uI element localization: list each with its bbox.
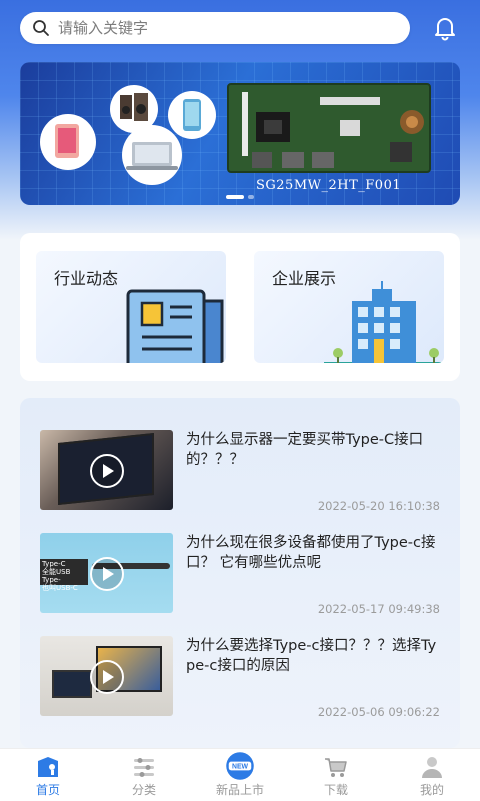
tab-home[interactable]: 首页 bbox=[0, 749, 96, 801]
phone-bubble bbox=[168, 91, 216, 139]
category-card-industry-news[interactable]: 行业动态 bbox=[36, 251, 226, 363]
news-title[interactable]: 为什么要选择Type-c接口？？？选择Type-c接口的原因 bbox=[186, 636, 440, 676]
video-thumbnail[interactable]: Type-C 全能USB Type- 也叫USB-C bbox=[40, 533, 173, 613]
video-thumbnail[interactable] bbox=[40, 636, 173, 716]
bell-icon[interactable] bbox=[432, 15, 458, 41]
building-icon bbox=[324, 281, 444, 363]
search-icon bbox=[33, 20, 49, 36]
home-icon bbox=[38, 757, 58, 777]
search-input[interactable] bbox=[56, 18, 380, 38]
news-list: 为什么显示器一定要买带Type-C接口的？？？ 2022-05-20 16:10… bbox=[20, 398, 460, 748]
news-item[interactable]: 为什么要选择Type-c接口？？？选择Type-c接口的原因 2022-05-0… bbox=[38, 636, 440, 734]
news-item[interactable]: Type-C 全能USB Type- 也叫USB-C 为什么现在很多设备都使用了… bbox=[38, 533, 440, 631]
laptop-shape bbox=[52, 670, 92, 698]
laptop-bubble bbox=[122, 125, 182, 185]
news-date: 2022-05-06 09:06:22 bbox=[317, 705, 440, 719]
new-badge-text: NEW bbox=[232, 764, 249, 771]
newspaper-icon bbox=[126, 289, 224, 363]
play-icon[interactable] bbox=[90, 557, 124, 591]
promo-banner[interactable]: SG25MW_2HT_F001 bbox=[20, 62, 460, 205]
banner-caption: SG25MW_2HT_F001 bbox=[256, 178, 402, 193]
category-card-company-showcase[interactable]: 企业展示 bbox=[254, 251, 444, 363]
category-label: 行业动态 bbox=[54, 269, 119, 288]
user-icon bbox=[422, 757, 442, 778]
tab-label: 下载 bbox=[323, 783, 348, 797]
news-title[interactable]: 为什么现在很多设备都使用了Type-c接口？ 它有哪些优点呢 bbox=[186, 533, 440, 573]
search-bar[interactable] bbox=[20, 12, 410, 44]
tab-label: 我的 bbox=[419, 783, 444, 797]
news-date: 2022-05-20 16:10:38 bbox=[317, 499, 440, 513]
thumb-caption: Type-C 全能USB Type- 也叫USB-C bbox=[40, 559, 88, 592]
news-date: 2022-05-17 09:49:38 bbox=[317, 602, 440, 616]
tab-download[interactable]: 下载 bbox=[288, 749, 384, 801]
video-thumbnail[interactable] bbox=[40, 430, 173, 510]
news-title[interactable]: 为什么显示器一定要买带Type-C接口的？？？ bbox=[186, 430, 440, 470]
tab-label: 首页 bbox=[35, 783, 60, 797]
banner-dot-active[interactable] bbox=[226, 195, 244, 199]
tab-label: 分类 bbox=[131, 783, 156, 797]
play-icon[interactable] bbox=[90, 660, 124, 694]
tab-profile[interactable]: 我的 bbox=[384, 749, 480, 801]
tab-category[interactable]: 分类 bbox=[96, 749, 192, 801]
cart-icon bbox=[325, 758, 347, 777]
circuit-board bbox=[227, 83, 431, 173]
category-panel: 行业动态 企业展示 bbox=[20, 233, 460, 381]
banner-dot[interactable] bbox=[248, 195, 254, 199]
news-item[interactable]: 为什么显示器一定要买带Type-C接口的？？？ 2022-05-20 16:10… bbox=[38, 430, 440, 528]
new-badge-icon: NEW bbox=[226, 752, 254, 780]
tab-label: 新品上市 bbox=[215, 783, 264, 797]
tablet-bubble bbox=[40, 114, 96, 170]
banner-pagination bbox=[20, 195, 460, 199]
play-icon[interactable] bbox=[90, 454, 124, 488]
category-icon bbox=[134, 758, 154, 777]
tab-new-products[interactable]: NEW 新品上市 bbox=[192, 749, 288, 801]
bottom-tab-bar: 首页 分类 NEW 新品上市 下载 我的 bbox=[0, 748, 480, 801]
